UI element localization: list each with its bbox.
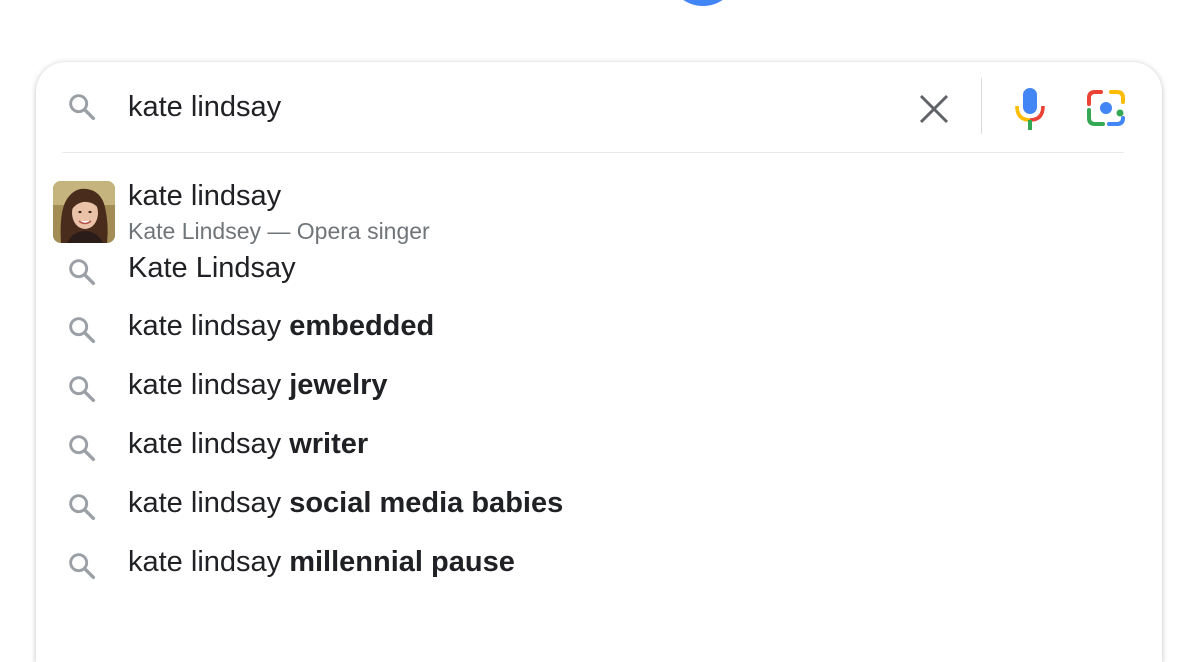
voice-search-button[interactable] [1008, 84, 1052, 132]
microphone-icon [1015, 88, 1045, 130]
list-item[interactable]: Kate Lindsay [36, 242, 1162, 300]
suggestion-text: Kate Lindsay [128, 252, 296, 285]
suggestion-completion: jewelry [289, 369, 388, 401]
search-box: kate lindsay Kate Lindsey — Opera singer… [36, 62, 1162, 662]
search-input[interactable] [128, 84, 888, 130]
search-divider [62, 152, 1124, 153]
divider [981, 78, 982, 134]
entity-suggestion[interactable]: kate lindsay Kate Lindsey — Opera singer [36, 170, 1162, 244]
search-icon [66, 314, 98, 346]
google-logo-fragment [668, 0, 738, 6]
search-icon [66, 373, 98, 405]
suggestion-prefix: kate lindsay [128, 310, 290, 342]
list-item[interactable]: kate lindsay embedded [36, 300, 1162, 358]
list-item[interactable]: kate lindsay millennial pause [36, 536, 1162, 594]
search-icon [66, 256, 98, 288]
entity-subtitle: Kate Lindsey — Opera singer [128, 218, 430, 244]
list-item[interactable]: kate lindsay writer [36, 418, 1162, 476]
suggestion-prefix: kate lindsay [128, 428, 290, 460]
suggestion-text: kate lindsay jewelry [128, 369, 388, 402]
search-icon [66, 491, 98, 523]
suggestion-completion: embedded [289, 310, 435, 342]
list-item[interactable]: kate lindsay social media babies [36, 477, 1162, 535]
list-item[interactable]: kate lindsay jewelry [36, 359, 1162, 417]
search-icon [66, 91, 98, 123]
suggestion-completion: social media babies [289, 487, 564, 519]
avatar [53, 181, 115, 243]
suggestion-prefix: kate lindsay [128, 487, 290, 519]
suggestion-completion: millennial pause [289, 546, 515, 578]
suggestion-plain: Kate Lindsay [128, 252, 296, 284]
suggestion-prefix: kate lindsay [128, 369, 290, 401]
lens-search-button[interactable] [1084, 86, 1128, 130]
search-bar [36, 62, 1162, 152]
suggestion-completion: writer [289, 428, 369, 460]
camera-lens-icon [1087, 90, 1125, 126]
clear-search-button[interactable] [912, 87, 956, 131]
suggestion-prefix: kate lindsay [128, 546, 290, 578]
search-icon [66, 432, 98, 464]
close-icon [919, 94, 949, 124]
suggestion-text: kate lindsay social media babies [128, 487, 563, 520]
suggestion-text: kate lindsay embedded [128, 310, 434, 343]
search-icon [66, 550, 98, 582]
suggestion-text: kate lindsay writer [128, 428, 368, 461]
suggestion-text: kate lindsay millennial pause [128, 546, 515, 579]
entity-title: kate lindsay [128, 180, 282, 212]
